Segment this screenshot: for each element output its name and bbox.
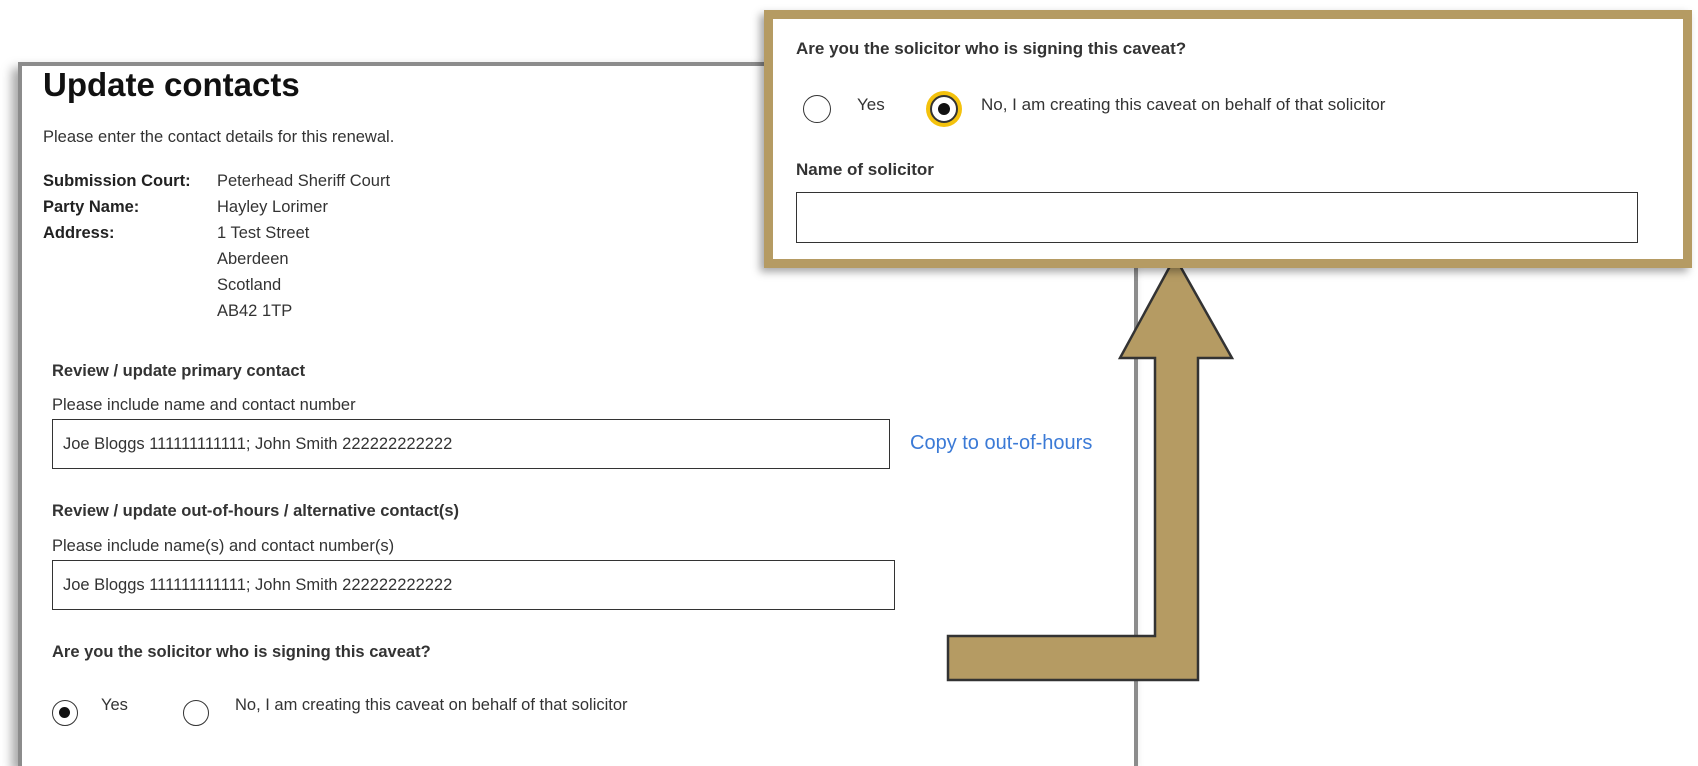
submission-court-label: Submission Court:	[43, 172, 191, 190]
address-label: Address:	[43, 224, 115, 242]
alternative-contact-heading: Review / update out-of-hours / alternati…	[52, 502, 460, 520]
submission-court-value: Peterhead Sheriff Court	[217, 172, 391, 190]
name-of-solicitor-input[interactable]	[796, 192, 1638, 243]
callout-yes-radio[interactable]	[803, 95, 831, 123]
intro-text: Please enter the contact details for thi…	[43, 128, 395, 146]
address-line: AB42 1TP	[217, 302, 293, 320]
solicitor-no-radio[interactable]	[183, 700, 209, 726]
case-details: Submission Court: Peterhead Sheriff Cour…	[43, 168, 390, 324]
solicitor-no-label: No, I am creating this caveat on behalf …	[235, 696, 628, 714]
solicitor-yes-label: Yes	[101, 696, 128, 714]
primary-contact-heading: Review / update primary contact	[52, 362, 306, 380]
solicitor-yes-radio[interactable]	[52, 700, 78, 726]
callout-solicitor-question: Are you the solicitor who is signing thi…	[796, 39, 1187, 58]
alternative-contact-input[interactable]: Joe Bloggs 111111111111; John Smith 2222…	[52, 560, 895, 610]
primary-contact-input[interactable]: Joe Bloggs 111111111111; John Smith 2222…	[52, 419, 890, 469]
zoom-callout: Are you the solicitor who is signing thi…	[764, 10, 1692, 268]
address-line: Aberdeen	[217, 250, 289, 268]
page-title: Update contacts	[43, 66, 300, 103]
alternative-contact-hint: Please include name(s) and contact numbe…	[52, 537, 395, 555]
copy-to-out-of-hours-link[interactable]: Copy to out-of-hours	[910, 432, 1092, 455]
address-line: 1 Test Street	[217, 224, 310, 242]
name-of-solicitor-label: Name of solicitor	[796, 160, 934, 179]
address-line: Scotland	[217, 276, 282, 294]
party-name-value: Hayley Lorimer	[217, 198, 328, 216]
party-name-label: Party Name:	[43, 198, 140, 216]
callout-no-radio[interactable]	[930, 95, 958, 123]
solicitor-question: Are you the solicitor who is signing thi…	[52, 643, 431, 661]
primary-contact-hint: Please include name and contact number	[52, 396, 356, 414]
callout-yes-label: Yes	[857, 95, 885, 114]
callout-no-label: No, I am creating this caveat on behalf …	[981, 95, 1386, 114]
